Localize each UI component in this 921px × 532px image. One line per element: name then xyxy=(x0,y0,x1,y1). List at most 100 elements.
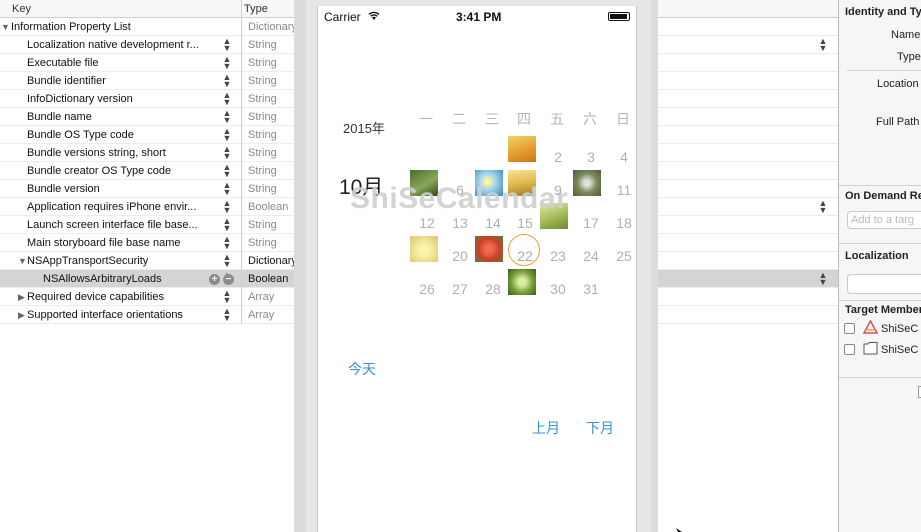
plist-type[interactable]: String xyxy=(248,165,277,177)
target-name: ShiSeC xyxy=(881,344,919,356)
plist-type[interactable]: Array xyxy=(248,309,274,321)
plist-key[interactable]: Required device capabilities xyxy=(27,291,164,303)
calendar-day[interactable]: 3 xyxy=(576,146,606,168)
key-stepper-icon[interactable]: ▲▼ xyxy=(222,91,232,107)
key-stepper-icon[interactable]: ▲▼ xyxy=(222,163,232,179)
plist-key[interactable]: Bundle OS Type code xyxy=(27,129,134,141)
value-popup-icon[interactable]: ▲ ▼ xyxy=(818,271,828,287)
disclosure-down-icon[interactable]: ▼ xyxy=(18,256,27,266)
key-stepper-icon[interactable]: ▲▼ xyxy=(222,127,232,143)
key-column-header[interactable]: Key xyxy=(12,3,31,15)
calendar-day[interactable]: 14 xyxy=(478,212,508,234)
column-divider xyxy=(241,306,242,324)
key-stepper-icon[interactable]: ▲▼ xyxy=(222,253,232,269)
calendar-day[interactable]: 15 xyxy=(510,212,540,234)
key-stepper-icon[interactable]: ▲▼ xyxy=(222,145,232,161)
plist-key[interactable]: InfoDictionary version xyxy=(27,93,133,105)
calendar-day[interactable]: 6 xyxy=(445,179,475,201)
photo-thumbnail[interactable] xyxy=(507,135,537,163)
disclosure-down-icon[interactable]: ▼ xyxy=(1,22,10,32)
target-checkbox[interactable] xyxy=(844,344,855,355)
plist-type[interactable]: String xyxy=(248,93,277,105)
plist-type[interactable]: Dictionary xyxy=(248,21,297,33)
plist-type[interactable]: Array xyxy=(248,291,274,303)
calendar-day[interactable]: 12 xyxy=(412,212,442,234)
plist-type[interactable]: String xyxy=(248,39,277,51)
calendar-day[interactable]: 4 xyxy=(609,146,639,168)
disclosure-right-icon[interactable]: ▶ xyxy=(18,310,25,321)
divider xyxy=(839,243,921,244)
disclosure-right-icon[interactable]: ▶ xyxy=(18,292,25,303)
key-stepper-icon[interactable]: ▲▼ xyxy=(222,235,232,251)
weekday-label: 日 xyxy=(616,111,630,127)
plist-key[interactable]: Supported interface orientations xyxy=(27,309,183,321)
plist-type[interactable]: Dictionary xyxy=(248,255,297,267)
plist-key[interactable]: Bundle version xyxy=(27,183,100,195)
plist-key[interactable]: NSAppTransportSecurity xyxy=(27,255,148,267)
remove-row-icon[interactable]: − xyxy=(223,274,234,285)
calendar-day[interactable]: 31 xyxy=(576,278,606,300)
calendar-day[interactable]: 18 xyxy=(609,212,639,234)
value-popup-icon[interactable]: ▲ ▼ xyxy=(818,37,828,53)
plist-key[interactable]: Information Property List xyxy=(11,21,131,33)
key-stepper-icon[interactable]: ▲▼ xyxy=(222,289,232,305)
calendar-day[interactable]: 28 xyxy=(478,278,508,300)
plist-type[interactable]: String xyxy=(248,129,277,141)
key-stepper-icon[interactable]: ▲▼ xyxy=(222,181,232,197)
plist-key[interactable]: Localization native development r... xyxy=(27,39,199,51)
photo-thumbnail[interactable] xyxy=(474,235,504,263)
key-stepper-icon[interactable]: ▲▼ xyxy=(222,307,232,323)
plist-key[interactable]: Bundle identifier xyxy=(27,75,106,87)
plist-key[interactable]: Launch screen interface file base... xyxy=(27,219,198,231)
plist-key[interactable]: Main storyboard file base name xyxy=(27,237,180,249)
today-button[interactable]: 今天 xyxy=(348,359,376,379)
calendar-day[interactable]: 23 xyxy=(543,245,573,267)
plist-type[interactable]: String xyxy=(248,111,277,123)
next-month-button[interactable]: 下月 xyxy=(586,418,614,438)
key-stepper-icon[interactable]: ▲▼ xyxy=(222,217,232,233)
target-checkbox[interactable] xyxy=(844,323,855,334)
photo-thumbnail[interactable] xyxy=(409,235,439,263)
plist-type[interactable]: String xyxy=(248,219,277,231)
key-stepper-icon[interactable]: ▲▼ xyxy=(222,37,232,53)
identity-section-title: Identity and Typ xyxy=(845,6,921,18)
plist-type[interactable]: String xyxy=(248,75,277,87)
plist-type[interactable]: String xyxy=(248,183,277,195)
calendar-day[interactable]: 2 xyxy=(543,146,573,168)
key-stepper-icon[interactable]: ▲▼ xyxy=(222,55,232,71)
tag-input[interactable]: Add to a targ xyxy=(847,211,921,229)
calendar-day[interactable]: 20 xyxy=(445,245,475,267)
key-stepper-icon[interactable]: ▲▼ xyxy=(222,199,232,215)
calendar-day[interactable]: 30 xyxy=(543,278,573,300)
plist-key[interactable]: Application requires iPhone envir... xyxy=(27,201,196,213)
calendar-day[interactable]: 11 xyxy=(609,179,639,201)
plist-type[interactable]: String xyxy=(248,57,277,69)
add-row-icon[interactable]: + xyxy=(209,274,220,285)
type-column-header[interactable]: Type xyxy=(244,3,268,15)
value-popup-icon[interactable]: ▲ ▼ xyxy=(818,199,828,215)
calendar-day[interactable]: 9 xyxy=(543,179,573,201)
calendar-day[interactable]: 17 xyxy=(576,212,606,234)
weekday-label: 二 xyxy=(452,111,466,127)
plist-key[interactable]: Bundle versions string, short xyxy=(27,147,166,159)
calendar-day[interactable]: 24 xyxy=(576,245,606,267)
plist-key[interactable]: Bundle name xyxy=(27,111,92,123)
calendar-day[interactable]: 26 xyxy=(412,278,442,300)
prev-month-button[interactable]: 上月 xyxy=(532,418,560,438)
plist-type[interactable]: String xyxy=(248,147,277,159)
photo-thumbnail[interactable] xyxy=(572,169,602,197)
key-stepper-icon[interactable]: ▲▼ xyxy=(222,73,232,89)
column-divider xyxy=(241,288,242,306)
plist-type[interactable]: String xyxy=(248,237,277,249)
plist-type[interactable]: Boolean xyxy=(248,273,288,285)
plist-type[interactable]: Boolean xyxy=(248,201,288,213)
plist-key[interactable]: NSAllowsArbitraryLoads xyxy=(43,273,162,285)
localization-field[interactable] xyxy=(847,274,921,294)
plist-key[interactable]: Bundle creator OS Type code xyxy=(27,165,171,177)
calendar-day[interactable]: 27 xyxy=(445,278,475,300)
calendar-day[interactable]: 13 xyxy=(445,212,475,234)
calendar-day[interactable]: 25 xyxy=(609,245,639,267)
key-stepper-icon[interactable]: ▲▼ xyxy=(222,109,232,125)
plist-key[interactable]: Executable file xyxy=(27,57,99,69)
photo-thumbnail[interactable] xyxy=(507,268,537,296)
